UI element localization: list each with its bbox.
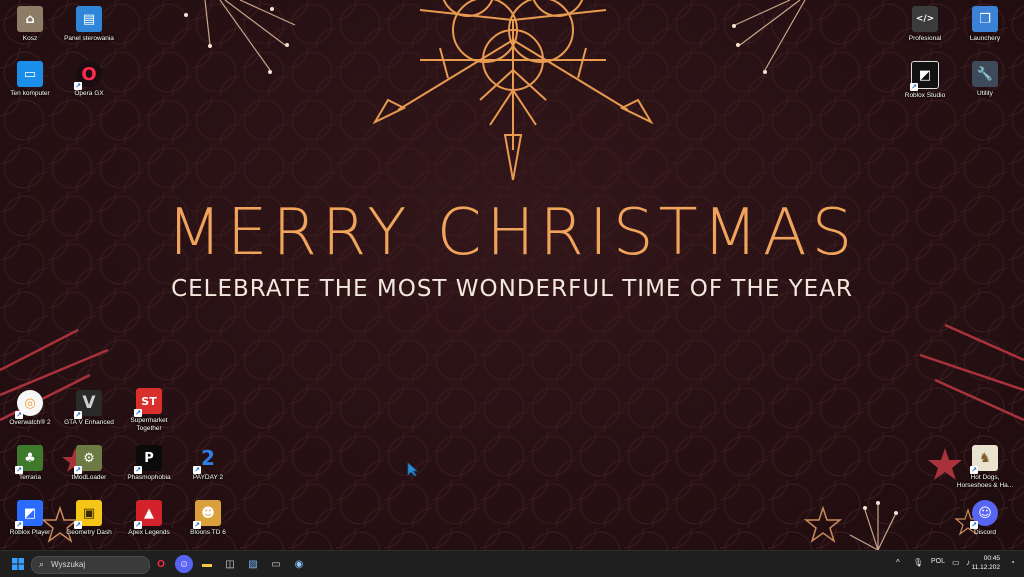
desktop-icon-gta[interactable]: V ↗ GTA V Enhanced [57,390,121,427]
icon-label: Roblox Player [9,529,51,536]
icon-label: Kosz [22,35,38,42]
control-panel-icon: ▤ [76,6,102,32]
supermarket-icon: ST ↗ [134,388,162,417]
desktop-icon-overwatch[interactable]: ◎ ↗ Overwatch® 2 [0,390,62,427]
desktop-icon-phasmophobia[interactable]: P ↗ Phasmophobia [117,445,181,482]
icon-label: Terraria [18,474,42,481]
icon-label: Ten komputer [10,90,50,97]
start-button[interactable] [9,555,27,573]
taskbar-app-store[interactable]: ◫ [221,555,239,573]
desktop-icon-hotdogs[interactable]: ♞ ↗ Hot Dogs, Horseshoes & Ha... [953,445,1017,490]
geometry-dash-icon: ▣ ↗ [74,500,102,529]
folder-icon: ▬ [202,558,212,570]
volume-icon[interactable]: ♪ [966,558,970,567]
icon-label: Phasmophobia [127,474,171,481]
icon-label: Panel sterowania [64,35,114,42]
taskbar-photos[interactable]: ▨ [244,555,262,573]
icon-label: Bloons TD 6 [190,529,226,536]
desktop-icon-roblox-player[interactable]: ◩ ↗ Roblox Player [0,500,62,537]
clock-date: 11.12.202 [971,564,1000,571]
phasmophobia-icon: P ↗ [134,445,162,474]
icon-label: Opera GX [74,90,104,97]
opera-gx-icon: O [157,558,165,570]
monitor-icon: ▭ [17,61,43,87]
discord-icon: ☺ ↗ [970,500,998,529]
discord-icon: ☺ [178,558,190,570]
bloons-icon: ☻ ↗ [193,500,221,529]
icon-label: Roblox Studio [904,92,946,99]
steam-icon: ◉ [294,558,304,570]
icon-label: tModLoader [71,474,107,481]
notifications-icon[interactable]: ◔ [1010,558,1015,567]
apex-icon: ▲ ↗ [134,500,162,529]
icon-label: GTA V Enhanced [64,419,114,426]
icon-label: Profesional [908,35,942,42]
desktop-icon-payday[interactable]: 2 ↗ PAYDAY 2 [176,445,240,482]
desktop-icon-tmodloader[interactable]: ⚙ ↗ tModLoader [57,445,121,482]
recycle-bin-icon: ⌂ [17,6,43,32]
desktop-icon-supermarket[interactable]: ST ↗ Supermarket Together [117,388,181,433]
taskbar-file-explorer[interactable]: ▬ [198,555,216,573]
icon-label: Launchery [969,35,1001,42]
gta-icon: V ↗ [74,390,102,419]
clock[interactable]: 00:45 11.12.202 [972,554,1000,572]
taskbar: ⌕ Wyszukaj O ☺ ▬ ◫ ▨ ▭ ◉ ^ 🎙 POL ▭ ♪ 00:… [0,550,1024,577]
desktop-icon-utility[interactable]: 🔧 Utility [953,61,1017,98]
icon-label: Utility [977,90,993,97]
terraria-icon: ♣ ↗ [15,445,43,474]
search-icon: ⌕ [39,559,45,569]
taskbar-discord[interactable]: ☺ [175,555,193,573]
payday-icon: 2 ↗ [193,446,215,474]
taskbar-steam[interactable]: ◉ [290,555,308,573]
headline-merry-christmas: MERRY CHRISTMAS [166,196,858,270]
tmodloader-icon: ⚙ ↗ [74,445,102,474]
icon-label: Discord [973,529,997,536]
desktop-icon-roblox-studio[interactable]: ◩ ↗ Roblox Studio [893,61,957,100]
search-placeholder: Wyszukaj [51,560,86,569]
taskbar-opera-gx[interactable]: O [152,555,170,573]
desktop-icon-bloons[interactable]: ☻ ↗ Bloons TD 6 [176,500,240,537]
store-icon: ◫ [225,558,235,570]
terminal-folder-icon: </> [912,6,938,32]
network-icon[interactable]: ▭ [952,558,960,567]
desktop-icon-control-panel[interactable]: ▤ Panel sterowania [57,6,121,43]
subheadline: CELEBRATE THE MOST WONDERFUL TIME OF THE… [171,276,853,302]
photos-icon: ▨ [248,558,258,570]
overwatch-icon: ◎ ↗ [15,390,43,419]
terminal-icon: ▭ [271,558,281,570]
desktop-icon-terraria[interactable]: ♣ ↗ Terraria [0,445,62,482]
taskbar-terminal[interactable]: ▭ [267,555,285,573]
folder-icon: ❐ [972,6,998,32]
desktop-icon-geometry-dash[interactable]: ▣ ↗ Geometry Dash [57,500,121,537]
search-box[interactable]: ⌕ Wyszukaj [31,556,150,574]
desktop-icon-opera-gx[interactable]: O ↗ Opera GX [57,61,121,98]
desktop-icon-recycle-bin[interactable]: ⌂ Kosz [0,6,62,43]
hotdogs-icon: ♞ ↗ [970,445,998,474]
icon-label: Overwatch® 2 [9,419,51,426]
icon-label: Supermarket Together [130,417,168,432]
icon-label: Geometry Dash [66,529,112,536]
desktop-icon-this-pc[interactable]: ▭ Ten komputer [0,61,62,98]
icon-label: Hot Dogs, Horseshoes & Ha... [956,474,1014,489]
wrench-folder-icon: 🔧 [972,61,998,87]
desktop-icon-profesional[interactable]: </> Profesional [893,6,957,43]
icon-label: PAYDAY 2 [192,474,224,481]
clock-time: 00:45 [983,555,1000,562]
opera-gx-icon: O ↗ [74,61,102,90]
roblox-player-icon: ◩ ↗ [15,500,43,529]
microphone-icon[interactable]: 🎙 [913,558,923,567]
roblox-studio-icon: ◩ ↗ [910,61,939,91]
icon-label: Apex Legends [128,529,170,536]
language-indicator[interactable]: POL [931,558,945,565]
desktop-icon-apex[interactable]: ▲ ↗ Apex Legends [117,500,181,537]
desktop-icon-discord[interactable]: ☺ ↗ Discord [953,500,1017,537]
windows-logo-icon [12,558,24,570]
desktop[interactable]: MERRY CHRISTMAS CELEBRATE THE MOST WONDE… [0,0,1024,550]
show-hidden-icons[interactable]: ^ [896,558,900,567]
desktop-icon-launchery[interactable]: ❐ Launchery [953,6,1017,43]
